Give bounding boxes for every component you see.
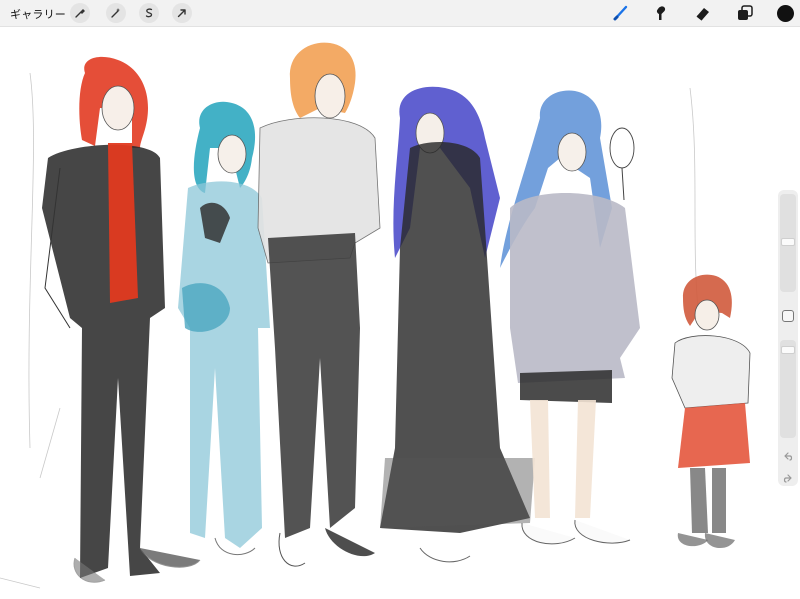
- wrench-icon[interactable]: [70, 3, 90, 23]
- brush-icon[interactable]: [612, 4, 630, 22]
- undo-icon[interactable]: [782, 448, 794, 461]
- opacity-thumb[interactable]: [781, 346, 795, 354]
- smudge-icon[interactable]: [652, 4, 670, 22]
- magic-wand-icon[interactable]: [106, 3, 126, 23]
- opacity-slider[interactable]: [780, 340, 796, 438]
- brush-size-thumb[interactable]: [781, 238, 795, 246]
- selection-icon[interactable]: [139, 3, 159, 23]
- top-toolbar: ギャラリー: [0, 0, 800, 27]
- figure-orange-hair: [257, 42, 381, 567]
- eraser-icon[interactable]: [694, 4, 712, 22]
- drawing-canvas[interactable]: [0, 28, 800, 599]
- side-toolbar: [778, 190, 798, 486]
- transform-arrow-icon[interactable]: [172, 3, 192, 23]
- modify-button[interactable]: [782, 310, 794, 322]
- gallery-button[interactable]: ギャラリー: [10, 6, 66, 22]
- redo-icon[interactable]: [782, 470, 794, 483]
- figure-red-hair-suit: [42, 56, 201, 583]
- figure-child: [671, 274, 751, 549]
- sketch-artwork: [0, 42, 751, 589]
- brush-size-slider[interactable]: [780, 194, 796, 292]
- figure-teal-hair: [178, 101, 270, 556]
- layers-icon[interactable]: [736, 4, 754, 22]
- color-picker-button[interactable]: [777, 5, 794, 22]
